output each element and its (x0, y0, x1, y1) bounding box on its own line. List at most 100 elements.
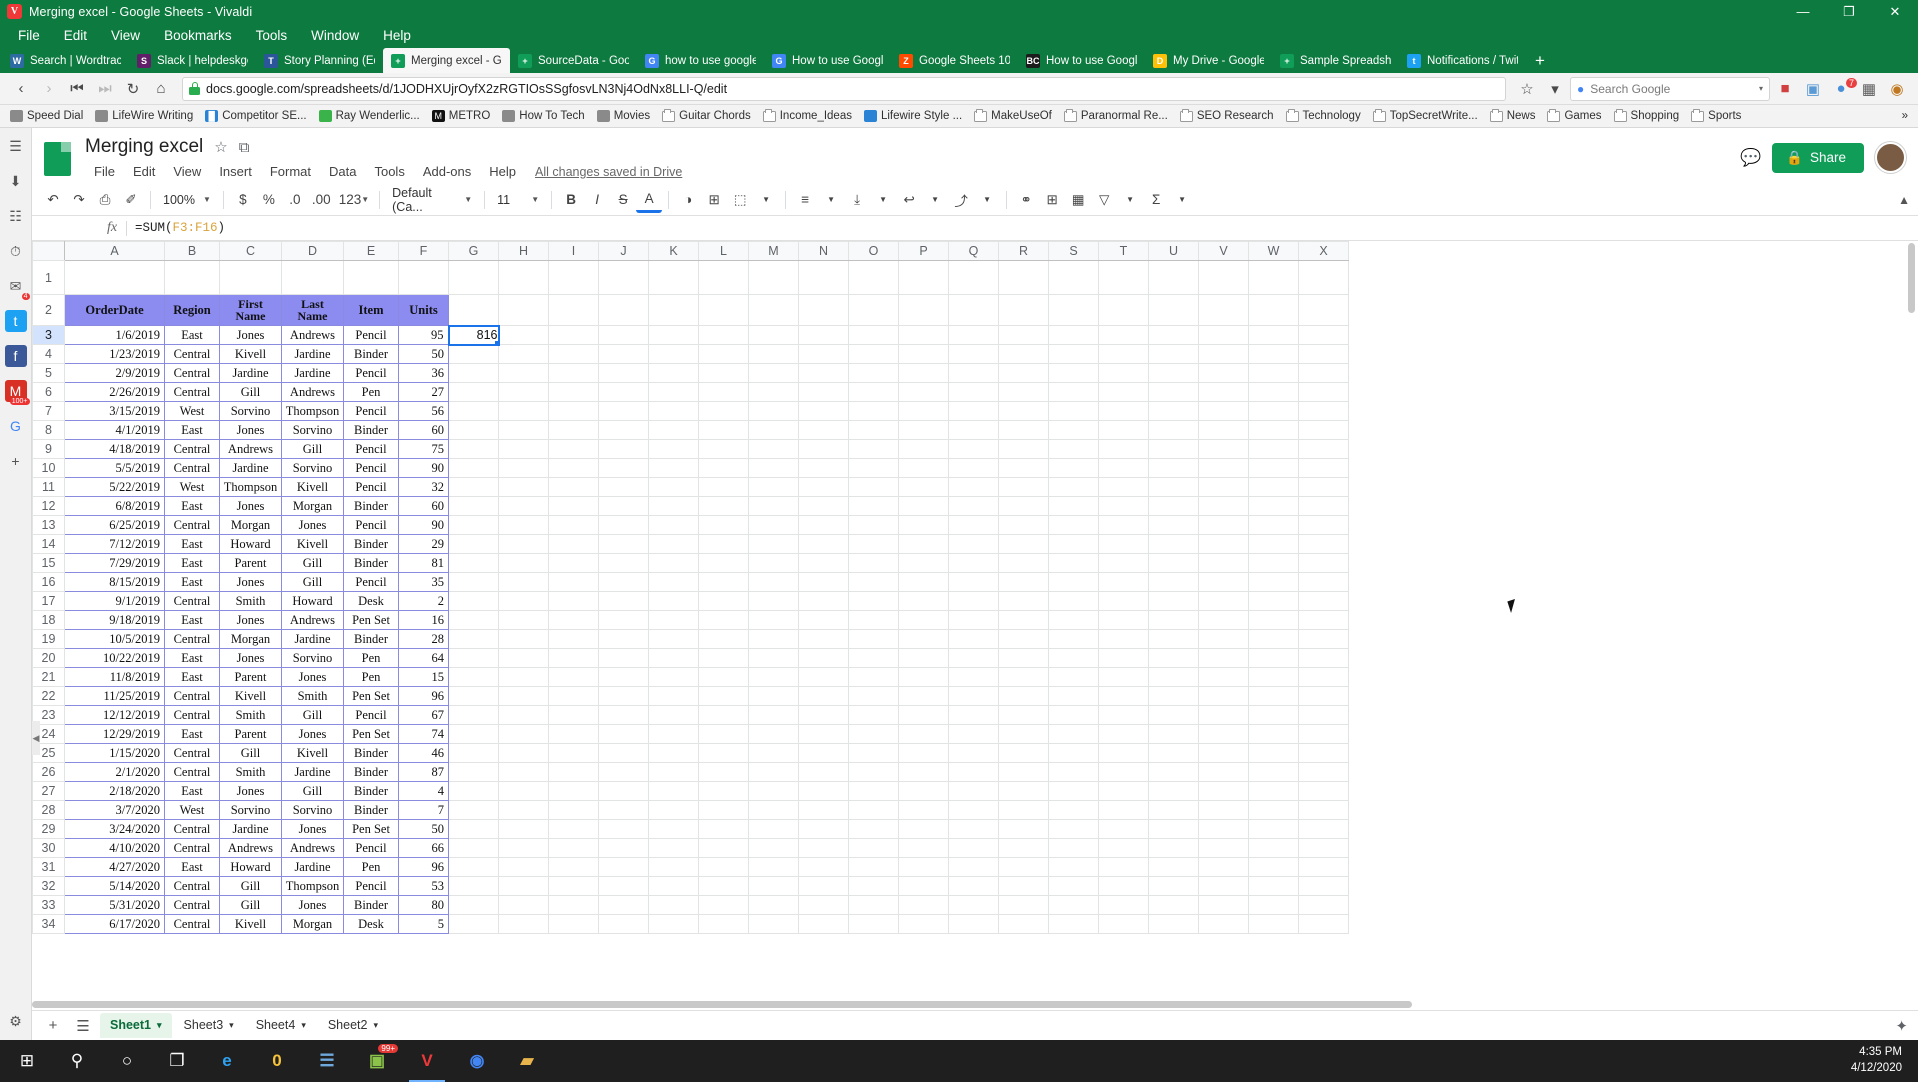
browser-tab[interactable]: +SourceData - Google (510, 48, 637, 73)
cell-W4[interactable] (1249, 345, 1299, 364)
row-header-16[interactable]: 16 (33, 573, 65, 592)
cell-I31[interactable] (549, 858, 599, 877)
cell-T30[interactable] (1099, 839, 1149, 858)
cell-C30[interactable]: Andrews (220, 839, 282, 858)
cell-W31[interactable] (1249, 858, 1299, 877)
cell-M12[interactable] (749, 497, 799, 516)
insert-link-button[interactable]: ⚭ (1013, 187, 1039, 213)
cell-B19[interactable]: Central (165, 630, 220, 649)
cell-E33[interactable]: Binder (344, 896, 399, 915)
row-header-31[interactable]: 31 (33, 858, 65, 877)
cell-N28[interactable] (799, 801, 849, 820)
cell-H22[interactable] (499, 687, 549, 706)
cell-X25[interactable] (1299, 744, 1349, 763)
cell-V24[interactable] (1199, 725, 1249, 744)
row-header-9[interactable]: 9 (33, 440, 65, 459)
cell-H12[interactable] (499, 497, 549, 516)
cell-A19[interactable]: 10/5/2019 (65, 630, 165, 649)
extension-grid-icon[interactable]: ▦ (1856, 76, 1882, 102)
cell-N24[interactable] (799, 725, 849, 744)
cell-D1[interactable] (282, 261, 344, 295)
cell-K20[interactable] (649, 649, 699, 668)
cell-M28[interactable] (749, 801, 799, 820)
cell-M24[interactable] (749, 725, 799, 744)
cell-T21[interactable] (1099, 668, 1149, 687)
cell-W16[interactable] (1249, 573, 1299, 592)
vertical-align-button[interactable]: ⤓ (844, 187, 870, 213)
cell-T11[interactable] (1099, 478, 1149, 497)
cell-W27[interactable] (1249, 782, 1299, 801)
cell-K7[interactable] (649, 402, 699, 421)
cell-E29[interactable]: Pen Set (344, 820, 399, 839)
extension-puzzle-icon[interactable]: ▣ (1800, 76, 1826, 102)
cell-W26[interactable] (1249, 763, 1299, 782)
cell-K1[interactable] (649, 261, 699, 295)
cell-Q5[interactable] (949, 364, 999, 383)
cell-A2[interactable]: OrderDate (65, 295, 165, 326)
cell-G28[interactable] (449, 801, 499, 820)
bookmark-item[interactable]: Movies (591, 108, 656, 124)
cell-M2[interactable] (749, 295, 799, 326)
cell-J32[interactable] (599, 877, 649, 896)
cell-O10[interactable] (849, 459, 899, 478)
cell-L33[interactable] (699, 896, 749, 915)
cell-X10[interactable] (1299, 459, 1349, 478)
column-header-M[interactable]: M (749, 242, 799, 261)
cell-V9[interactable] (1199, 440, 1249, 459)
cell-Q22[interactable] (949, 687, 999, 706)
cell-L26[interactable] (699, 763, 749, 782)
cell-P33[interactable] (899, 896, 949, 915)
cell-Q30[interactable] (949, 839, 999, 858)
cell-H7[interactable] (499, 402, 549, 421)
cell-T5[interactable] (1099, 364, 1149, 383)
cell-T20[interactable] (1099, 649, 1149, 668)
cell-V11[interactable] (1199, 478, 1249, 497)
cell-C33[interactable]: Gill (220, 896, 282, 915)
cell-T14[interactable] (1099, 535, 1149, 554)
cell-O33[interactable] (849, 896, 899, 915)
cell-O6[interactable] (849, 383, 899, 402)
cell-R31[interactable] (999, 858, 1049, 877)
cell-I21[interactable] (549, 668, 599, 687)
cell-V8[interactable] (1199, 421, 1249, 440)
column-header-O[interactable]: O (849, 242, 899, 261)
cell-M1[interactable] (749, 261, 799, 295)
cell-E24[interactable]: Pen Set (344, 725, 399, 744)
cell-V19[interactable] (1199, 630, 1249, 649)
cell-B8[interactable]: East (165, 421, 220, 440)
column-header-T[interactable]: T (1099, 242, 1149, 261)
cell-K26[interactable] (649, 763, 699, 782)
cell-L24[interactable] (699, 725, 749, 744)
cell-X17[interactable] (1299, 592, 1349, 611)
column-header-D[interactable]: D (282, 242, 344, 261)
cell-D18[interactable]: Andrews (282, 611, 344, 630)
cell-T27[interactable] (1099, 782, 1149, 801)
cell-X8[interactable] (1299, 421, 1349, 440)
cell-E15[interactable]: Binder (344, 554, 399, 573)
start-button[interactable]: ⊞ (2, 1040, 52, 1082)
cell-A5[interactable]: 2/9/2019 (65, 364, 165, 383)
cell-J2[interactable] (599, 295, 649, 326)
cell-Q9[interactable] (949, 440, 999, 459)
cell-K11[interactable] (649, 478, 699, 497)
cell-N8[interactable] (799, 421, 849, 440)
cell-I32[interactable] (549, 877, 599, 896)
cell-P2[interactable] (899, 295, 949, 326)
cell-C10[interactable]: Jardine (220, 459, 282, 478)
cell-F5[interactable]: 36 (399, 364, 449, 383)
cell-V31[interactable] (1199, 858, 1249, 877)
row-header-5[interactable]: 5 (33, 364, 65, 383)
row-header-15[interactable]: 15 (33, 554, 65, 573)
column-header-E[interactable]: E (344, 242, 399, 261)
cell-T22[interactable] (1099, 687, 1149, 706)
cell-T2[interactable] (1099, 295, 1149, 326)
row-header-6[interactable]: 6 (33, 383, 65, 402)
cell-J30[interactable] (599, 839, 649, 858)
cell-C9[interactable]: Andrews (220, 440, 282, 459)
cell-Q34[interactable] (949, 915, 999, 934)
cell-P14[interactable] (899, 535, 949, 554)
cell-D32[interactable]: Thompson (282, 877, 344, 896)
cell-O14[interactable] (849, 535, 899, 554)
paint-icon[interactable]: ▰ (502, 1040, 552, 1082)
cell-K25[interactable] (649, 744, 699, 763)
